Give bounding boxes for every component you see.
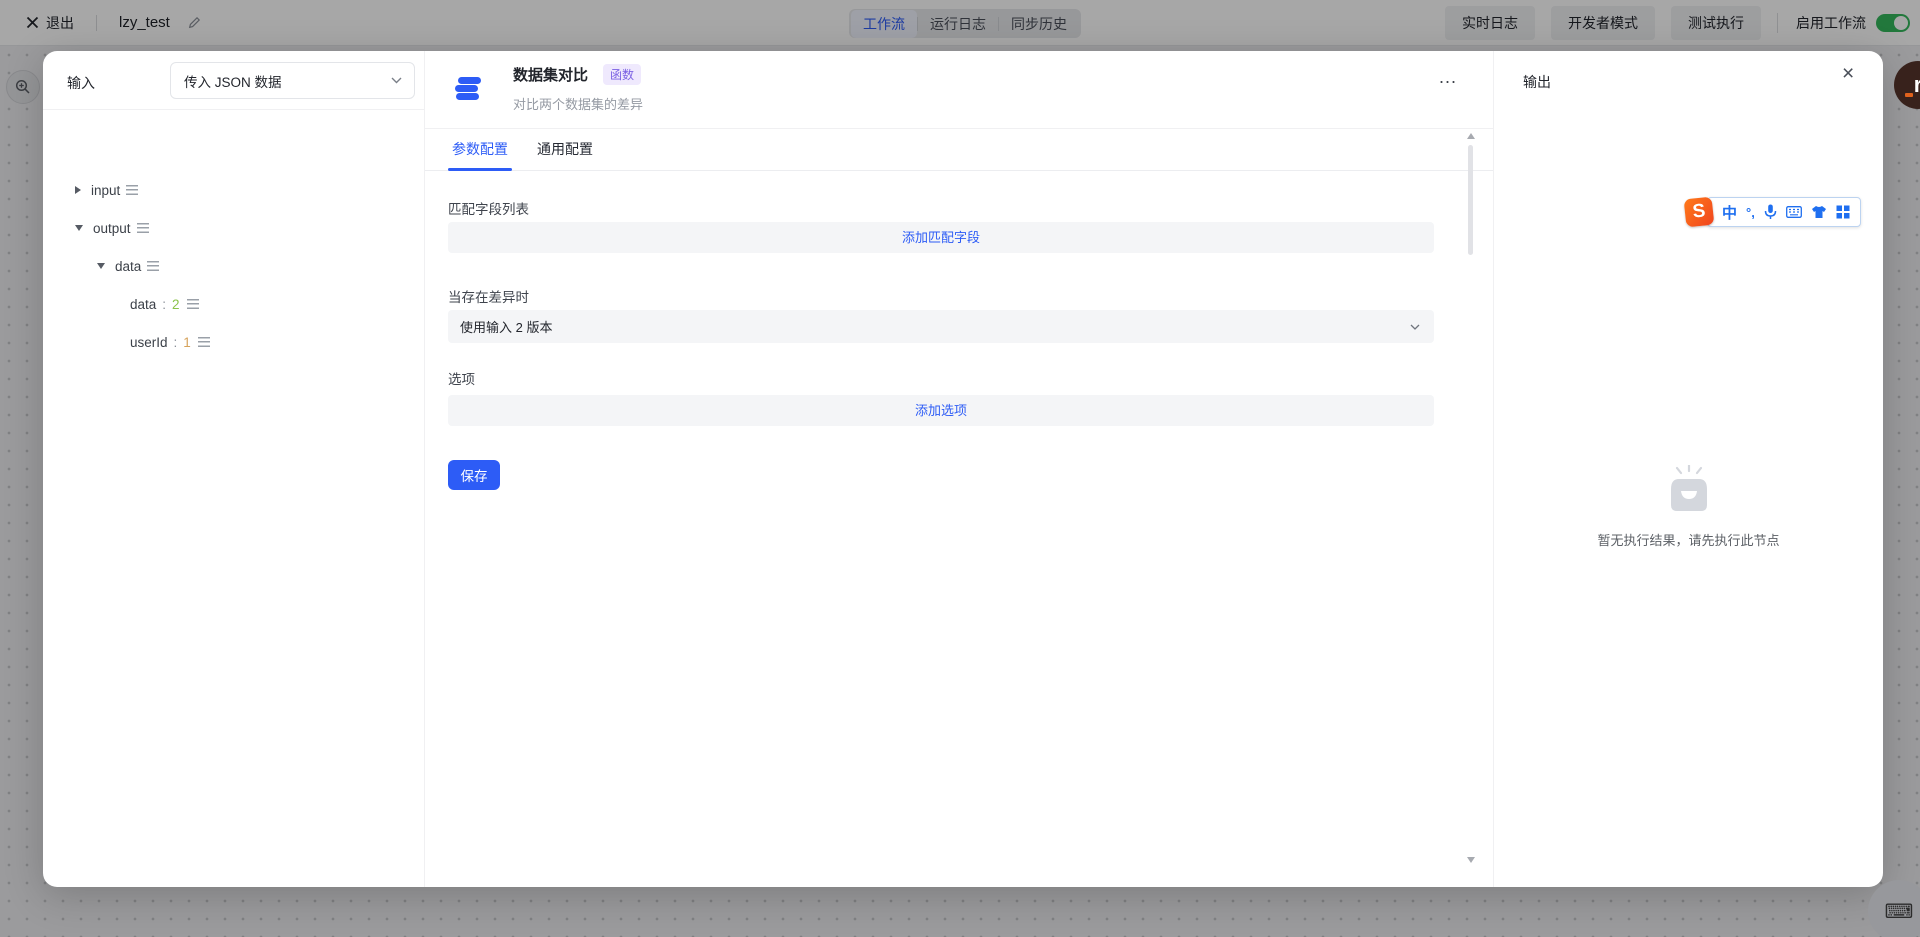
tree-key: data	[115, 259, 141, 274]
add-match-field-button[interactable]: 添加匹配字段	[448, 222, 1434, 253]
scrollbar-thumb[interactable]	[1468, 145, 1473, 255]
node-header: 数据集对比 函数 对比两个数据集的差异 ...	[425, 51, 1493, 129]
tree-value: 1	[183, 335, 191, 350]
tree-row-output[interactable]: output	[43, 216, 424, 240]
drag-handle-icon[interactable]	[198, 337, 210, 347]
tree-row-userid-value[interactable]: userId : 1	[43, 330, 424, 354]
options-label: 选项	[448, 368, 475, 388]
empty-inbox-icon	[1663, 465, 1715, 515]
scroll-up-arrow-icon[interactable]	[1467, 133, 1475, 139]
input-panel-title: 输入	[67, 73, 95, 93]
drag-handle-icon[interactable]	[187, 299, 199, 309]
ime-keyboard-button[interactable]	[1786, 206, 1802, 218]
database-icon	[455, 76, 481, 103]
input-panel-header: 输入 传入 JSON 数据	[43, 51, 424, 110]
chevron-down-icon	[1410, 324, 1420, 330]
tree-value: 2	[172, 297, 180, 312]
drag-handle-icon[interactable]	[137, 223, 149, 233]
ime-language-mode-button[interactable]: 中	[1722, 202, 1737, 223]
screen: 退出 lzy_test 工作流 运行日志 同步历史 实时日志 开发	[0, 0, 1920, 937]
close-output-button[interactable]: ×	[1842, 63, 1854, 84]
tree-row-data-value[interactable]: data : 2	[43, 292, 424, 316]
ime-punctuation-button[interactable]: °,	[1746, 205, 1755, 220]
json-tree: input output data data : 2	[43, 110, 424, 887]
output-panel-title: 输出	[1523, 72, 1551, 92]
sogou-logo-icon[interactable]: S	[1684, 197, 1715, 228]
ime-toolbar-box: 中 °,	[1707, 197, 1861, 227]
node-subtitle: 对比两个数据集的差异	[513, 94, 643, 113]
node-config-modal: 输入 传入 JSON 数据 input output	[43, 51, 1883, 887]
ime-toolbar: S 中 °,	[1685, 197, 1861, 227]
empty-state: 暂无执行结果，请先执行此节点	[1494, 465, 1883, 549]
input-source-select[interactable]: 传入 JSON 数据	[170, 62, 415, 99]
scrollbar[interactable]	[1465, 131, 1477, 865]
tab-general-config[interactable]: 通用配置	[537, 129, 593, 171]
caret-right-icon[interactable]	[75, 186, 81, 194]
add-option-button[interactable]: 添加选项	[448, 395, 1434, 426]
microphone-icon	[1764, 204, 1777, 220]
drag-handle-icon[interactable]	[126, 185, 138, 195]
node-config-panel: 数据集对比 函数 对比两个数据集的差异 ... 参数配置 通用配置 匹配字段列表…	[425, 51, 1494, 887]
keyboard-glyph-icon: ⌨	[1885, 899, 1914, 924]
tree-separator: :	[174, 335, 178, 350]
input-source-value: 传入 JSON 数据	[184, 71, 282, 91]
ime-microphone-button[interactable]	[1764, 204, 1777, 220]
output-panel: 输出 × 暂无执行结果，请先执行此节点	[1494, 51, 1883, 887]
node-type-badge: 函数	[603, 64, 641, 85]
ime-toolbox-button[interactable]	[1836, 205, 1850, 219]
tree-key: data	[130, 297, 156, 312]
save-button[interactable]: 保存	[448, 460, 500, 490]
more-menu-button[interactable]: ...	[1439, 67, 1457, 88]
chevron-down-icon	[391, 77, 402, 84]
orange-accent	[1905, 93, 1913, 97]
ime-status-button[interactable]: ⌨	[1868, 880, 1920, 937]
extension-letter: r	[1914, 72, 1920, 98]
tree-key: output	[93, 221, 131, 236]
caret-down-icon[interactable]	[75, 225, 83, 231]
tab-parameter-config[interactable]: 参数配置	[452, 129, 508, 171]
drag-handle-icon[interactable]	[147, 261, 159, 271]
tree-row-data[interactable]: data	[43, 254, 424, 278]
tree-row-input[interactable]: input	[43, 178, 424, 202]
empty-state-text: 暂无执行结果，请先执行此节点	[1494, 530, 1883, 549]
caret-down-icon[interactable]	[97, 263, 105, 269]
node-title: 数据集对比	[513, 64, 588, 85]
ime-skin-button[interactable]	[1811, 205, 1827, 219]
keyboard-icon	[1786, 206, 1802, 218]
on-difference-value: 使用输入 2 版本	[460, 317, 552, 336]
on-difference-select[interactable]: 使用输入 2 版本	[448, 310, 1434, 343]
tree-separator: :	[162, 297, 166, 312]
on-difference-label: 当存在差异时	[448, 286, 529, 306]
tshirt-icon	[1811, 205, 1827, 219]
tree-key: userId	[130, 335, 168, 350]
grid-squares-icon	[1836, 205, 1850, 219]
scroll-down-arrow-icon[interactable]	[1467, 857, 1475, 863]
node-config-tabs: 参数配置 通用配置	[425, 129, 1493, 171]
match-fields-label: 匹配字段列表	[448, 198, 529, 218]
input-panel: 输入 传入 JSON 数据 input output	[43, 51, 425, 887]
tree-key: input	[91, 183, 120, 198]
